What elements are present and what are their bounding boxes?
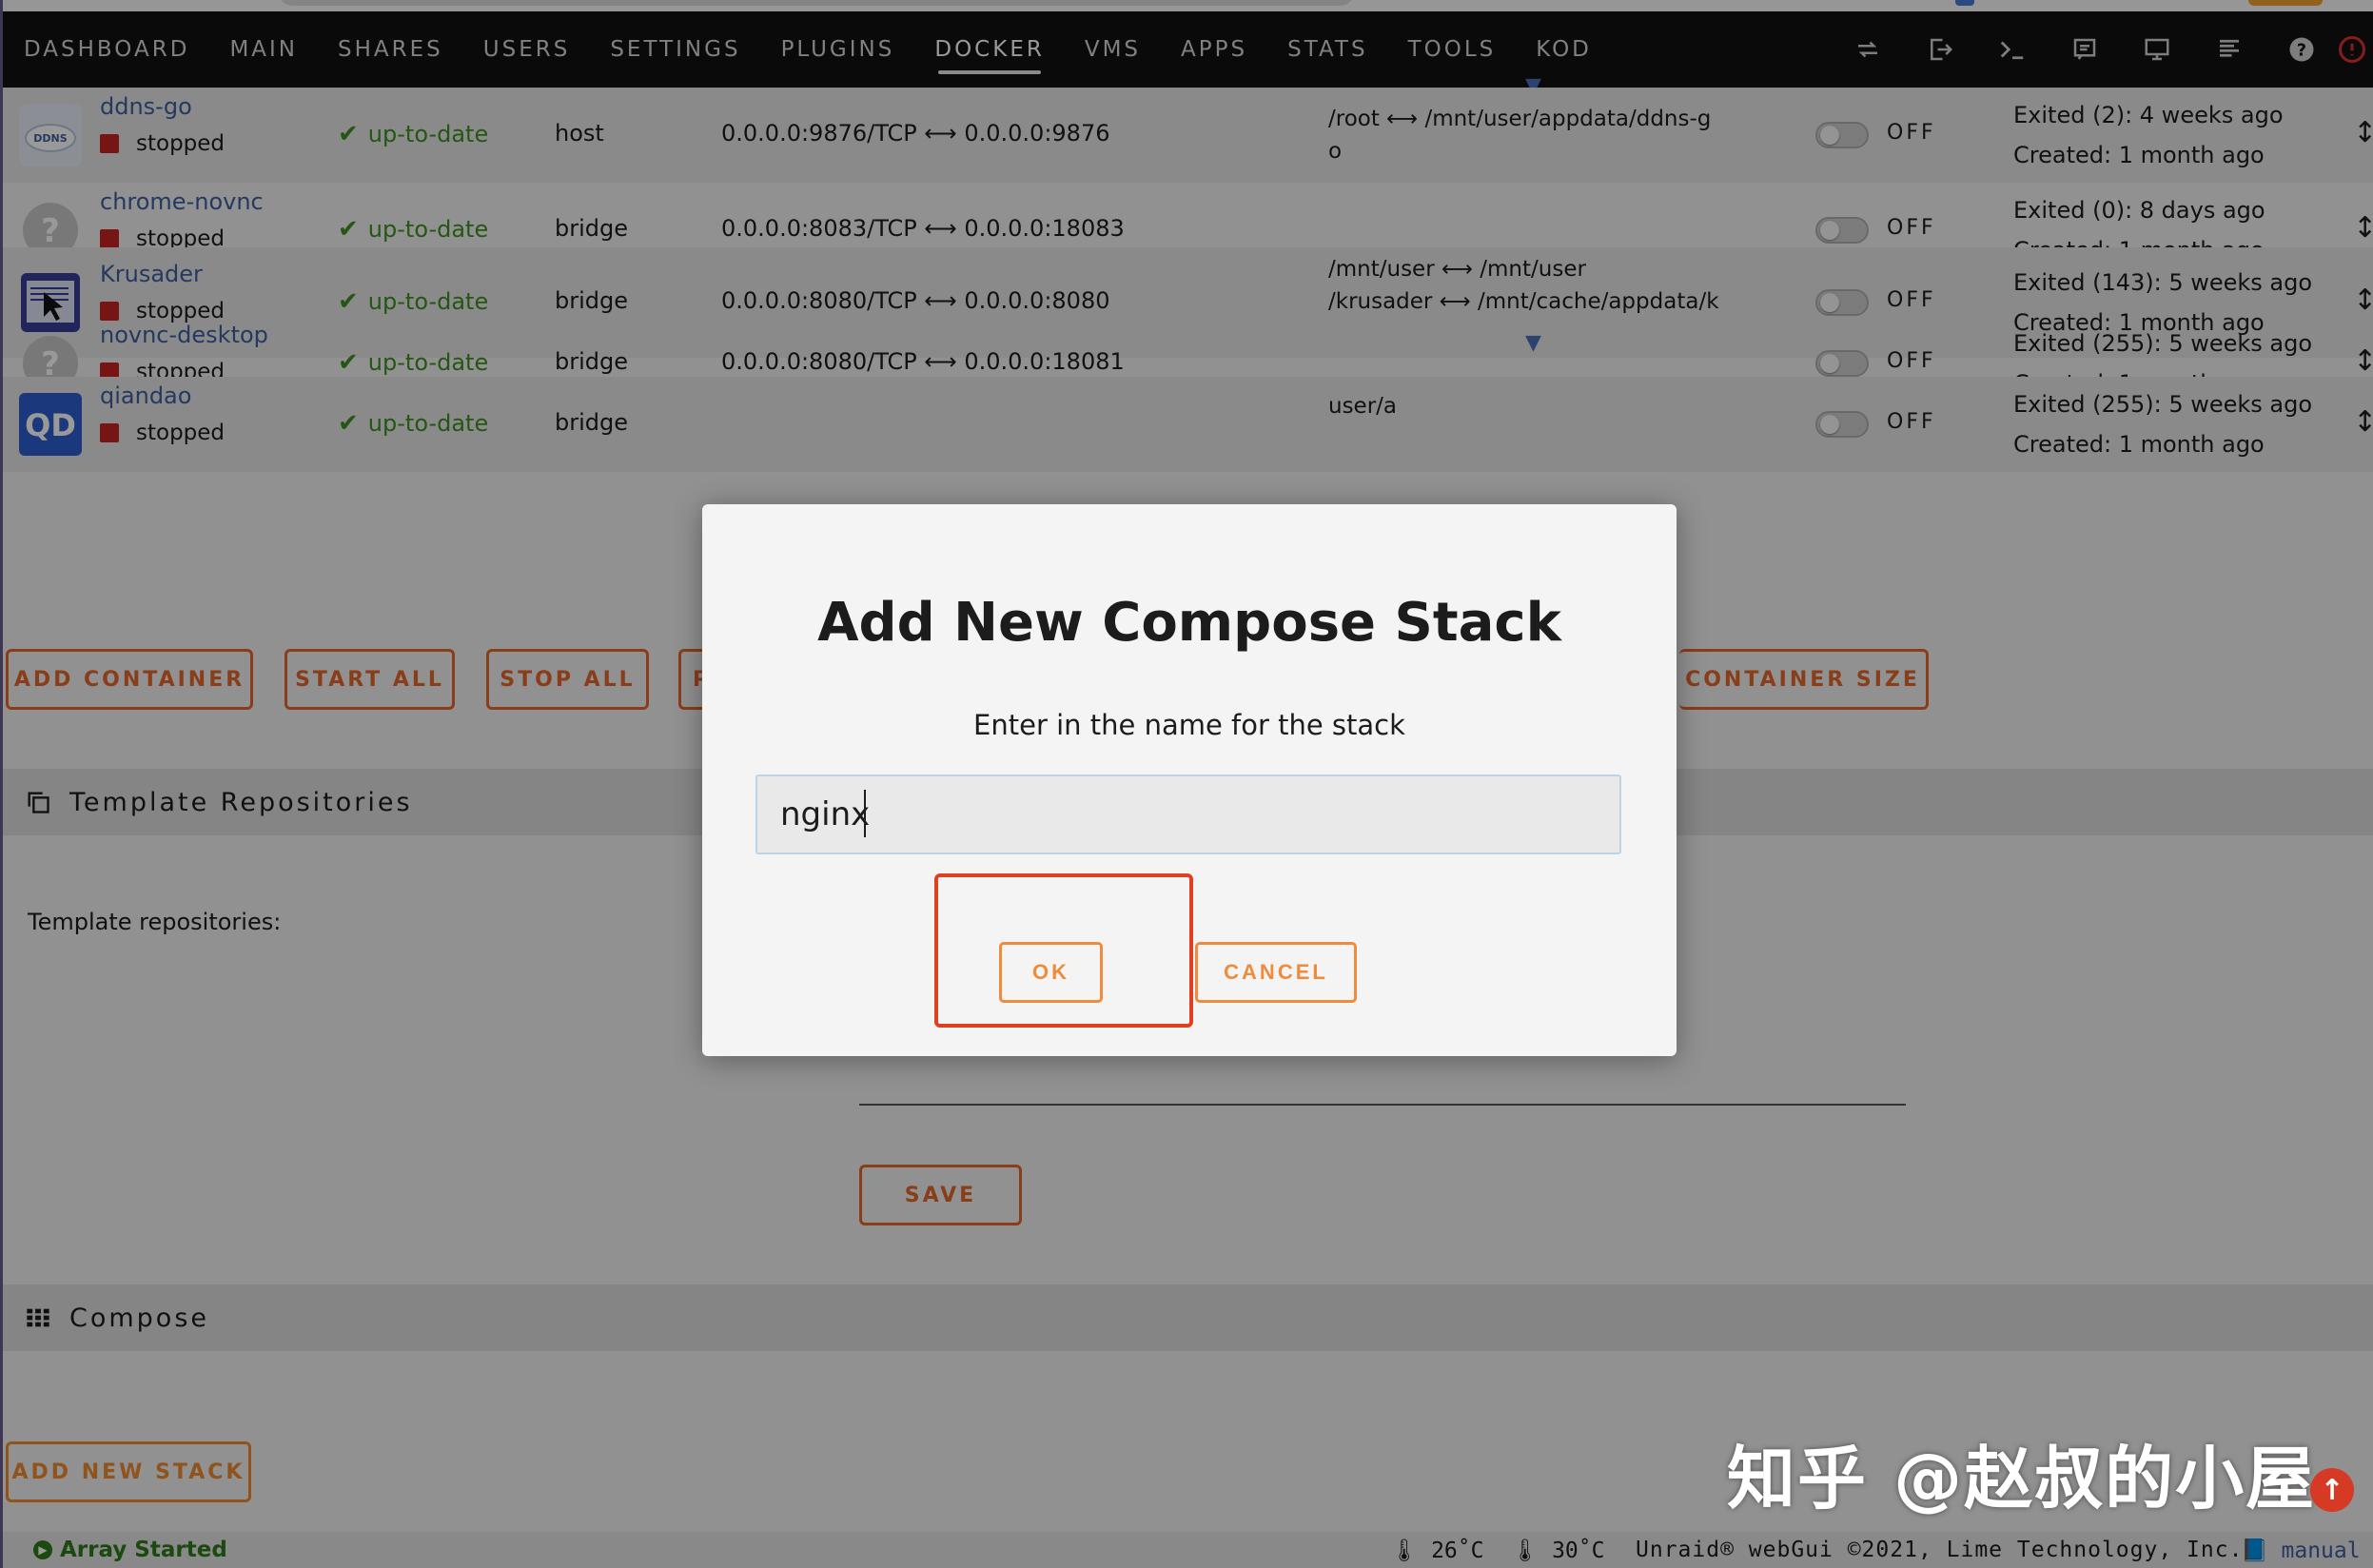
text-caret <box>864 790 866 837</box>
cancel-button[interactable]: CANCEL <box>1195 942 1357 1003</box>
add-compose-stack-dialog: Add New Compose Stack Enter in the name … <box>702 504 1677 1056</box>
ok-button[interactable]: OK <box>999 942 1103 1003</box>
stack-name-input[interactable] <box>755 774 1621 854</box>
scroll-to-top-icon[interactable]: ↑ <box>2310 1468 2354 1512</box>
zhihu-watermark: 知乎 @赵叔的小屋 <box>1727 1439 2317 1519</box>
dialog-title: Add New Compose Stack <box>817 592 1561 654</box>
dialog-prompt: Enter in the name for the stack <box>973 709 1405 741</box>
